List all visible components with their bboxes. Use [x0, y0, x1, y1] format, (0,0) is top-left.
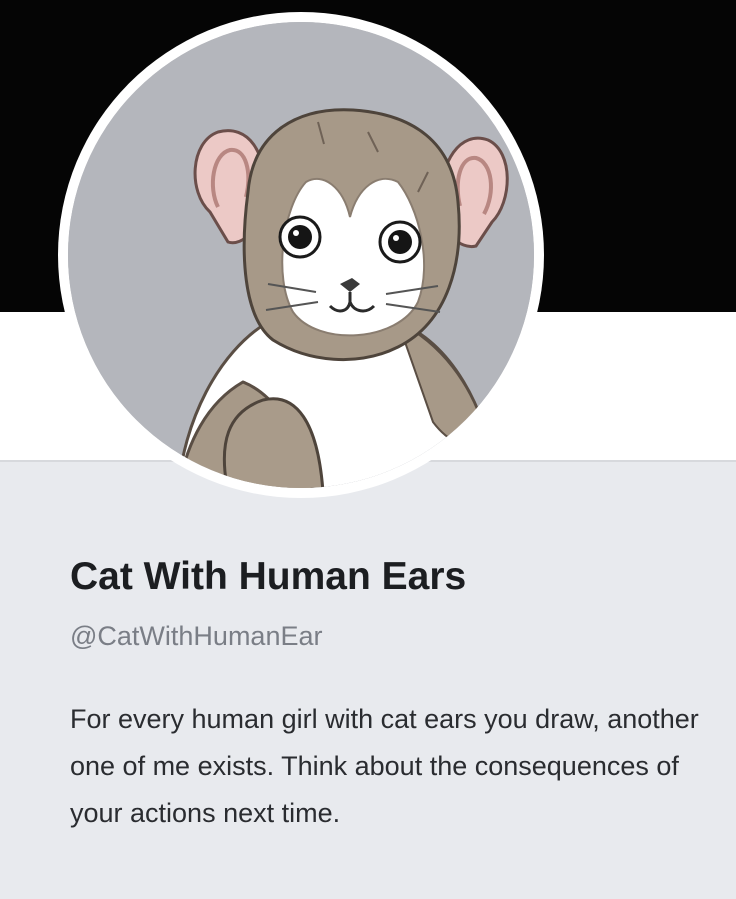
- user-handle[interactable]: @CatWithHumanEar: [70, 621, 322, 652]
- avatar-frame[interactable]: [58, 12, 544, 498]
- avatar[interactable]: [68, 22, 534, 488]
- display-name: Cat With Human Ears: [70, 555, 467, 598]
- cat-with-human-ears-avatar-icon: [68, 22, 534, 488]
- profile-bio: For every human girl with cat ears you d…: [70, 704, 699, 828]
